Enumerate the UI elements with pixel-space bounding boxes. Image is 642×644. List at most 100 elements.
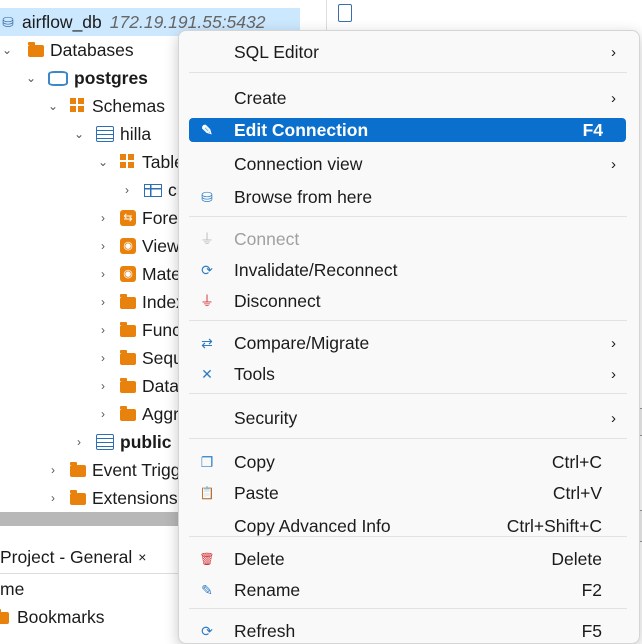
tree-label: Data bbox=[142, 375, 179, 396]
menu-item-shortcut: Ctrl+V bbox=[552, 482, 602, 503]
chevron-down-icon[interactable]: ⌄ bbox=[46, 99, 60, 113]
menu-item-paste[interactable]: 📋 Paste Ctrl+V bbox=[189, 480, 626, 506]
menu-item-edit-connection[interactable]: ✎ Edit Connection F4 bbox=[189, 118, 626, 142]
menu-item-label: Delete bbox=[234, 548, 285, 569]
folder-icon bbox=[70, 462, 86, 477]
menu-item-label: Disconnect bbox=[234, 290, 321, 311]
menu-item-label: Tools bbox=[234, 363, 275, 384]
chevron-right-icon[interactable]: › bbox=[96, 379, 110, 393]
chevron-right-icon[interactable]: › bbox=[46, 463, 60, 477]
folder-icon bbox=[0, 609, 9, 624]
chevron-right-icon: › bbox=[611, 43, 616, 61]
foreign-tables-icon: ⇆ bbox=[120, 210, 136, 226]
menu-item-create[interactable]: Create › bbox=[189, 85, 626, 111]
menu-item-compare-migrate[interactable]: ⇄ Compare/Migrate › bbox=[189, 330, 626, 356]
menu-item-refresh[interactable]: ⟳ Refresh F5 bbox=[189, 618, 626, 644]
chevron-right-icon[interactable]: › bbox=[120, 183, 134, 197]
chevron-right-icon: › bbox=[611, 89, 616, 107]
editor-divider bbox=[326, 0, 333, 30]
column-header: me bbox=[0, 575, 24, 603]
menu-separator bbox=[189, 72, 627, 73]
chevron-right-icon[interactable]: › bbox=[96, 351, 110, 365]
menu-item-browse-from-here[interactable]: ⛁ Browse from here bbox=[189, 184, 626, 210]
tree-label: View bbox=[142, 235, 180, 256]
menu-item-label: Invalidate/Reconnect bbox=[234, 259, 398, 280]
chevron-right-icon[interactable]: › bbox=[96, 407, 110, 421]
delete-icon: 🗑 bbox=[199, 552, 215, 566]
connection-name: airflow_db bbox=[22, 11, 102, 32]
tables-icon bbox=[120, 154, 136, 170]
menu-item-label: Browse from here bbox=[234, 186, 373, 207]
folder-icon bbox=[120, 406, 136, 421]
menu-item-label: Rename bbox=[234, 579, 301, 600]
bookmarks-label: Bookmarks bbox=[17, 606, 105, 627]
chevron-right-icon[interactable]: › bbox=[72, 435, 86, 449]
chevron-down-icon[interactable]: ⌄ bbox=[24, 71, 38, 85]
pencil-icon: ✎ bbox=[201, 122, 213, 138]
menu-separator bbox=[189, 438, 627, 439]
chevron-right-icon[interactable]: › bbox=[96, 295, 110, 309]
tools-icon: ✕ bbox=[201, 366, 213, 382]
menu-separator bbox=[189, 216, 627, 217]
menu-item-shortcut: F5 bbox=[581, 620, 602, 641]
menu-separator bbox=[189, 320, 627, 321]
disconnect-icon: ⏚ bbox=[200, 293, 214, 309]
menu-item-delete[interactable]: 🗑 Delete Delete bbox=[189, 546, 626, 572]
chevron-right-icon[interactable]: › bbox=[96, 323, 110, 337]
tree-label: Extensions bbox=[92, 487, 178, 508]
horizontal-scrollbar[interactable] bbox=[0, 512, 178, 526]
reconnect-icon: ⟳ bbox=[201, 262, 213, 278]
menu-item-shortcut: F4 bbox=[582, 119, 603, 140]
extensions-icon bbox=[70, 490, 86, 505]
menu-item-connection-view[interactable]: Connection view › bbox=[189, 151, 626, 177]
menu-item-invalidate-reconnect[interactable]: ⟳ Invalidate/Reconnect bbox=[189, 257, 626, 283]
schema-icon bbox=[96, 434, 114, 450]
menu-item-security[interactable]: Security › bbox=[189, 405, 626, 431]
chevron-down-icon[interactable]: ⌄ bbox=[72, 127, 86, 141]
refresh-icon: ⟳ bbox=[201, 623, 213, 639]
tree-label: Forei bbox=[142, 207, 182, 228]
rename-icon: ✎ bbox=[201, 582, 213, 598]
menu-item-shortcut: Ctrl+Shift+C bbox=[506, 515, 602, 536]
connection-icon: ⛁ bbox=[2, 14, 14, 30]
folder-icon bbox=[28, 42, 44, 57]
table-icon bbox=[144, 183, 162, 197]
tree-label: Databases bbox=[50, 39, 134, 60]
views-icon: ◉ bbox=[120, 238, 136, 254]
menu-item-label: Connect bbox=[234, 228, 300, 249]
tree-label: Func bbox=[142, 319, 181, 340]
menu-item-label: Create bbox=[234, 87, 287, 108]
paste-icon: 📋 bbox=[199, 486, 215, 500]
chevron-right-icon[interactable]: › bbox=[96, 239, 110, 253]
menu-item-label: Copy Advanced Info bbox=[234, 515, 391, 536]
chevron-right-icon: › bbox=[611, 409, 616, 427]
chevron-right-icon[interactable]: › bbox=[46, 491, 60, 505]
menu-item-shortcut: Ctrl+C bbox=[551, 451, 602, 472]
menu-item-copy[interactable]: ❐ Copy Ctrl+C bbox=[189, 449, 626, 475]
context-menu: SQL Editor › Create › ✎ Edit Connection … bbox=[178, 30, 640, 644]
close-icon[interactable]: × bbox=[138, 549, 146, 565]
menu-item-shortcut: F2 bbox=[581, 579, 602, 600]
project-tab[interactable]: Project - General × bbox=[0, 541, 178, 574]
menu-item-label: Security bbox=[234, 407, 298, 428]
schemas-icon bbox=[70, 98, 86, 114]
chevron-right-icon[interactable]: › bbox=[96, 211, 110, 225]
menu-item-disconnect[interactable]: ⏚ Disconnect bbox=[189, 288, 626, 314]
menu-item-connect[interactable]: ⏚ Connect bbox=[189, 226, 626, 252]
chevron-down-icon[interactable]: ⌄ bbox=[96, 155, 110, 169]
chevron-down-icon[interactable]: ⌄ bbox=[0, 43, 14, 57]
chevron-right-icon: › bbox=[611, 334, 616, 352]
tree-label: Schemas bbox=[92, 95, 165, 116]
tree-label: public bbox=[120, 431, 172, 452]
menu-item-tools[interactable]: ✕ Tools › bbox=[189, 361, 626, 387]
menu-item-rename[interactable]: ✎ Rename F2 bbox=[189, 577, 626, 603]
menu-item-label: Copy bbox=[234, 451, 275, 472]
copy-icon: ❐ bbox=[200, 454, 214, 470]
bookmarks-row[interactable]: Bookmarks bbox=[0, 603, 105, 631]
tree-label: postgres bbox=[74, 67, 148, 88]
chevron-right-icon[interactable]: › bbox=[96, 267, 110, 281]
tree-label: Sequ bbox=[142, 347, 183, 368]
tree-label: Mate bbox=[142, 263, 181, 284]
menu-item-sql-editor[interactable]: SQL Editor › bbox=[189, 39, 626, 65]
editor-tab-icon[interactable] bbox=[338, 4, 352, 22]
